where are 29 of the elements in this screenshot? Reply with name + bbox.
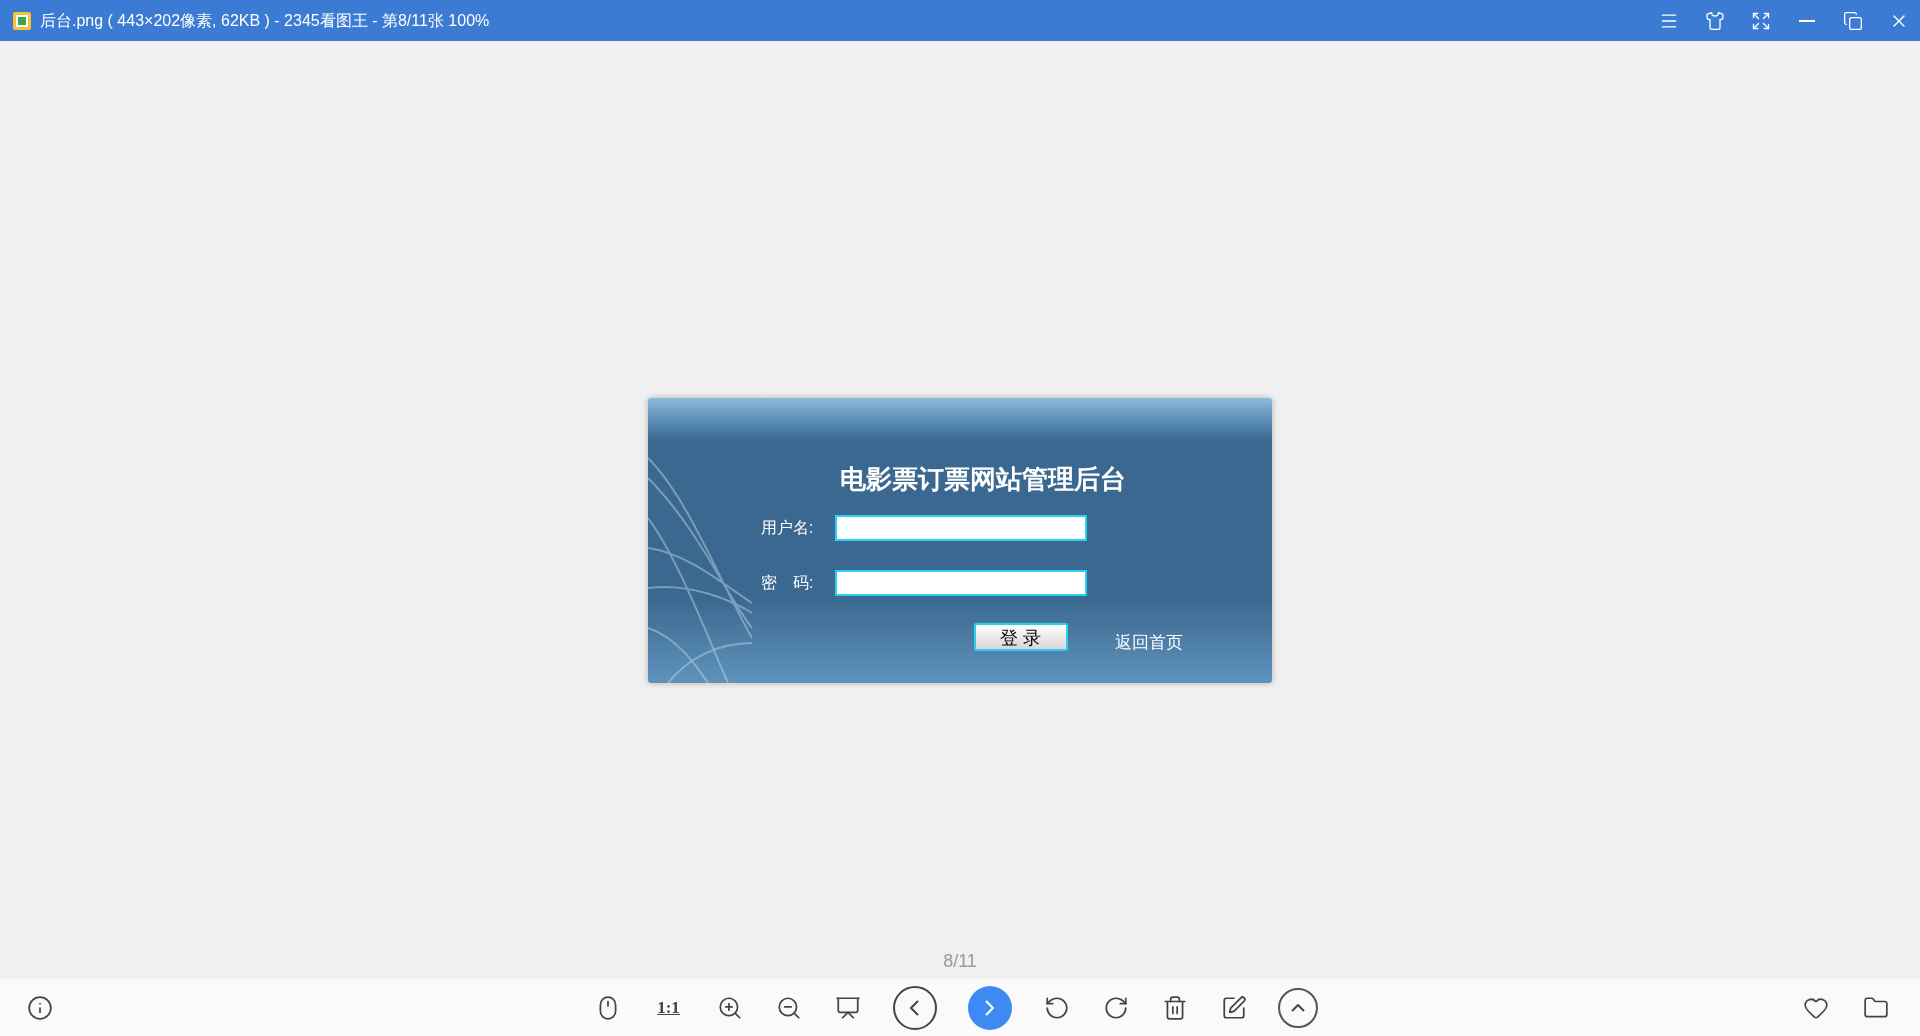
input-field[interactable] bbox=[835, 570, 1087, 596]
chevron-left-icon bbox=[910, 999, 919, 1016]
page-counter: 8/11 bbox=[943, 950, 977, 973]
chevron-right-icon bbox=[985, 999, 994, 1016]
chevron-up-icon bbox=[1290, 1003, 1305, 1012]
minimize-icon bbox=[1799, 19, 1815, 22]
input-field[interactable] bbox=[835, 515, 1087, 541]
chevron-up-button[interactable] bbox=[1277, 987, 1318, 1028]
fullscreen-icon bbox=[1751, 10, 1771, 31]
panel-title: 电影票订票网站管理后台 bbox=[840, 464, 1127, 496]
info-icon bbox=[27, 994, 53, 1021]
app-icon bbox=[12, 10, 32, 31]
zoom-in-icon bbox=[716, 994, 743, 1021]
window-title: 后台.png ( 443×202像素, 62KB ) - 2345看图王 - 第8/11张 100% bbox=[40, 10, 490, 31]
restore-icon bbox=[1843, 10, 1863, 31]
slideshow-icon bbox=[834, 994, 861, 1021]
folder-icon bbox=[1863, 994, 1889, 1021]
login-button[interactable]: 登 录 bbox=[974, 623, 1068, 651]
actual-size-button[interactable]: 1:1 bbox=[646, 987, 691, 1028]
trash-icon bbox=[1161, 994, 1188, 1021]
rotate-right-icon bbox=[1102, 994, 1129, 1021]
rotate-left-icon bbox=[1043, 994, 1070, 1021]
chevron-left-button[interactable] bbox=[892, 985, 937, 1030]
shirt-icon bbox=[1705, 10, 1725, 31]
zoom-out-icon bbox=[775, 994, 802, 1021]
home-link[interactable]: 返回首页 bbox=[1115, 629, 1183, 655]
edit-icon bbox=[1220, 994, 1247, 1021]
field-label: 密 码: bbox=[761, 573, 815, 593]
field-label: 用户名: bbox=[761, 518, 815, 538]
